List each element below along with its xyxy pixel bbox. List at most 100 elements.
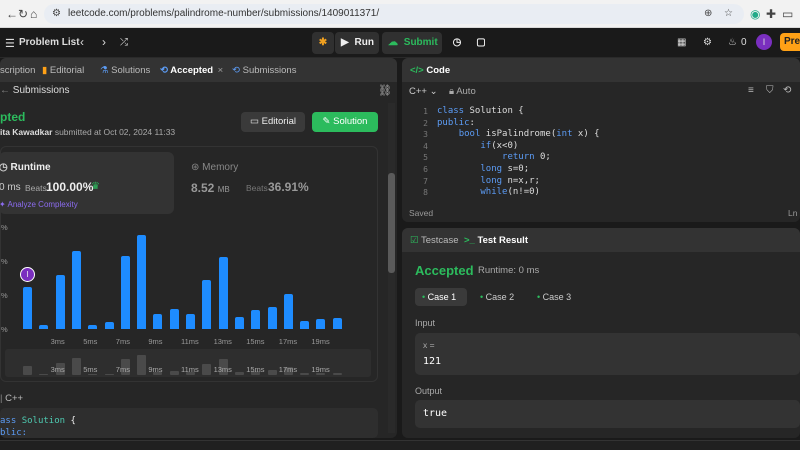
code-line[interactable]: while(n!=0) (437, 187, 540, 197)
runtime-bar[interactable] (316, 319, 326, 329)
notes-icon[interactable]: ▢ (471, 32, 491, 54)
runtime-bar[interactable] (71, 251, 81, 329)
code-line[interactable]: long n=x,r; (437, 176, 540, 186)
code-tab[interactable]: </> Code (410, 65, 450, 76)
close-tab-icon[interactable]: × (218, 65, 224, 76)
case-2-button[interactable]: • Case 2 (473, 288, 525, 306)
code-line[interactable]: class Solution { (437, 106, 524, 116)
runtime-bar[interactable] (234, 316, 244, 329)
case-1-button[interactable]: • Case 1 (415, 288, 467, 306)
memory-value: 8.52 MB (191, 181, 230, 195)
analyze-complexity-link[interactable]: ✦ Analyze Complexity (0, 200, 78, 209)
runtime-bar[interactable] (218, 256, 228, 329)
language-select[interactable]: C++ ⌄ (409, 86, 438, 97)
app-header: ☰ Problem List ‹ › ⤮ ✱ ▶ Run ☁ Submit ◷ … (0, 28, 800, 58)
line-number: 5 (423, 153, 428, 163)
runtime-distribution-chart[interactable]: %%%% I (1, 219, 379, 337)
tab-accepted[interactable]: ⟲ Accepted × (160, 65, 223, 76)
runtime-bar[interactable] (55, 274, 65, 329)
panel-scrollbar[interactable] (388, 103, 395, 433)
home-icon[interactable]: ⌂ (30, 6, 37, 22)
prev-problem-icon[interactable]: ‹ (80, 35, 84, 49)
share-link-icon[interactable]: ⛓ (378, 84, 392, 97)
avatar[interactable]: I (756, 34, 772, 50)
tab-solutions[interactable]: ⚗ Solutions (100, 65, 150, 76)
code-brackets-icon: </> (410, 65, 424, 76)
format-icon[interactable]: ≡ (748, 85, 754, 96)
runtime-bar[interactable] (251, 309, 261, 329)
y-tick-label: % (1, 257, 8, 266)
back-submissions-link[interactable]: ← Submissions (0, 85, 69, 96)
code-line[interactable]: return 0; (437, 152, 551, 162)
runtime-bar[interactable] (137, 235, 147, 329)
mini-x-tick-label: 9ms (148, 365, 163, 374)
bookmark-star-icon[interactable]: ☆ (724, 6, 733, 22)
runtime-bar[interactable] (169, 308, 179, 329)
shuffle-icon[interactable]: ⤮ (120, 37, 128, 48)
settings-gear-icon[interactable]: ⚙ (703, 37, 712, 48)
timer-icon[interactable]: ◷ (447, 32, 467, 54)
zoom-icon[interactable]: ⊕ (704, 6, 712, 22)
tab-editorial[interactable]: ▮ Editorial (42, 65, 84, 76)
solution-button[interactable]: ✎ Solution (312, 112, 378, 132)
puzzle-icon[interactable]: ✚ (766, 6, 776, 22)
editorial-button[interactable]: ▭ Editorial (241, 112, 305, 132)
runtime-bar[interactable] (283, 293, 293, 329)
runtime-bar[interactable] (153, 314, 163, 329)
input-variable: x = (423, 340, 435, 350)
runtime-card[interactable]: ◷ Runtime 0 ms Beats 100.00% ♛ ✦ Analyze… (0, 152, 174, 214)
tab-description[interactable]: scription (0, 65, 35, 76)
runtime-bar[interactable] (39, 324, 49, 329)
runtime-bar[interactable] (332, 318, 342, 329)
bookmark-icon[interactable]: ⛉ (766, 85, 774, 96)
streak-fire-icon[interactable]: ♨ (728, 37, 737, 48)
tab-testcase[interactable]: ☑ Testcase (410, 235, 459, 246)
reset-icon[interactable]: ⟲ (783, 85, 791, 96)
run-button[interactable]: ▶ Run (335, 32, 379, 54)
reload-icon[interactable]: ↻ (18, 6, 28, 22)
split-view-icon[interactable]: ▭ (782, 6, 793, 22)
code-line[interactable]: long s=0; (437, 164, 529, 174)
debug-button[interactable]: ✱ (312, 32, 334, 54)
x-tick-label: 7ms (115, 337, 130, 346)
horizontal-resize-handle[interactable] (402, 223, 800, 227)
tab-test-result[interactable]: >_ Test Result (464, 235, 528, 246)
layout-grid-icon[interactable]: ▦ (677, 37, 686, 48)
chart-range-slider[interactable]: 3ms 5ms 7ms 9ms 11ms 13ms 15ms 17ms 19ms (5, 349, 371, 377)
back-arrow-icon[interactable]: ← (6, 6, 18, 22)
problem-list-link[interactable]: Problem List (19, 37, 80, 48)
runtime-bar[interactable] (300, 320, 310, 329)
site-info-icon[interactable]: ⚙ (52, 6, 61, 22)
next-problem-icon[interactable]: › (102, 35, 106, 49)
runtime-bar[interactable] (202, 280, 212, 329)
case-3-button[interactable]: • Case 3 (530, 288, 582, 306)
vertical-resize-handle[interactable] (398, 58, 401, 438)
mini-x-tick-label: 7ms (115, 365, 130, 374)
submission-panel: scription ▮ Editorial ⚗ Solutions ⟲ Acce… (0, 58, 397, 438)
x-axis-ticks: 3ms 5ms 7ms 9ms 11ms 13ms 15ms 17ms 19ms (1, 337, 379, 349)
premium-button[interactable]: Pre (780, 33, 800, 51)
code-line[interactable]: bool isPalindrome(int x) { (437, 129, 600, 139)
x-tick-label: 5ms (83, 337, 98, 346)
memory-card[interactable]: ⊛ Memory 8.52 MB Beats 36.91% (191, 152, 371, 214)
memory-label: ⊛ Memory (191, 162, 238, 173)
submit-button[interactable]: ☁ Submit (382, 32, 442, 54)
address-bar[interactable]: ⚙ leetcode.com/problems/palindrome-numbe… (44, 4, 744, 24)
runtime-bar[interactable] (23, 286, 32, 329)
code-line[interactable]: if(x<0) (437, 141, 518, 151)
tab-submissions-label: Submissions (242, 65, 297, 76)
runtime-bar[interactable] (104, 322, 114, 329)
back-submissions-label: Submissions (12, 85, 70, 96)
menu-icon[interactable]: ☰ (5, 37, 15, 50)
tab-submissions[interactable]: ⟲ Submissions (232, 65, 296, 76)
runtime-bar[interactable] (120, 255, 130, 329)
extension-icon[interactable]: ◉ (750, 6, 760, 22)
scrollbar-thumb[interactable] (388, 173, 395, 273)
author-name[interactable]: ita Kawadkar (0, 127, 52, 137)
runtime-bar[interactable] (267, 307, 277, 329)
auto-mode[interactable]: 🔒︎ Auto (449, 86, 476, 97)
code-line[interactable]: public: (437, 118, 475, 128)
code-language: | C++ (0, 393, 24, 404)
runtime-bar[interactable] (186, 314, 195, 329)
runtime-bar[interactable] (88, 324, 98, 329)
